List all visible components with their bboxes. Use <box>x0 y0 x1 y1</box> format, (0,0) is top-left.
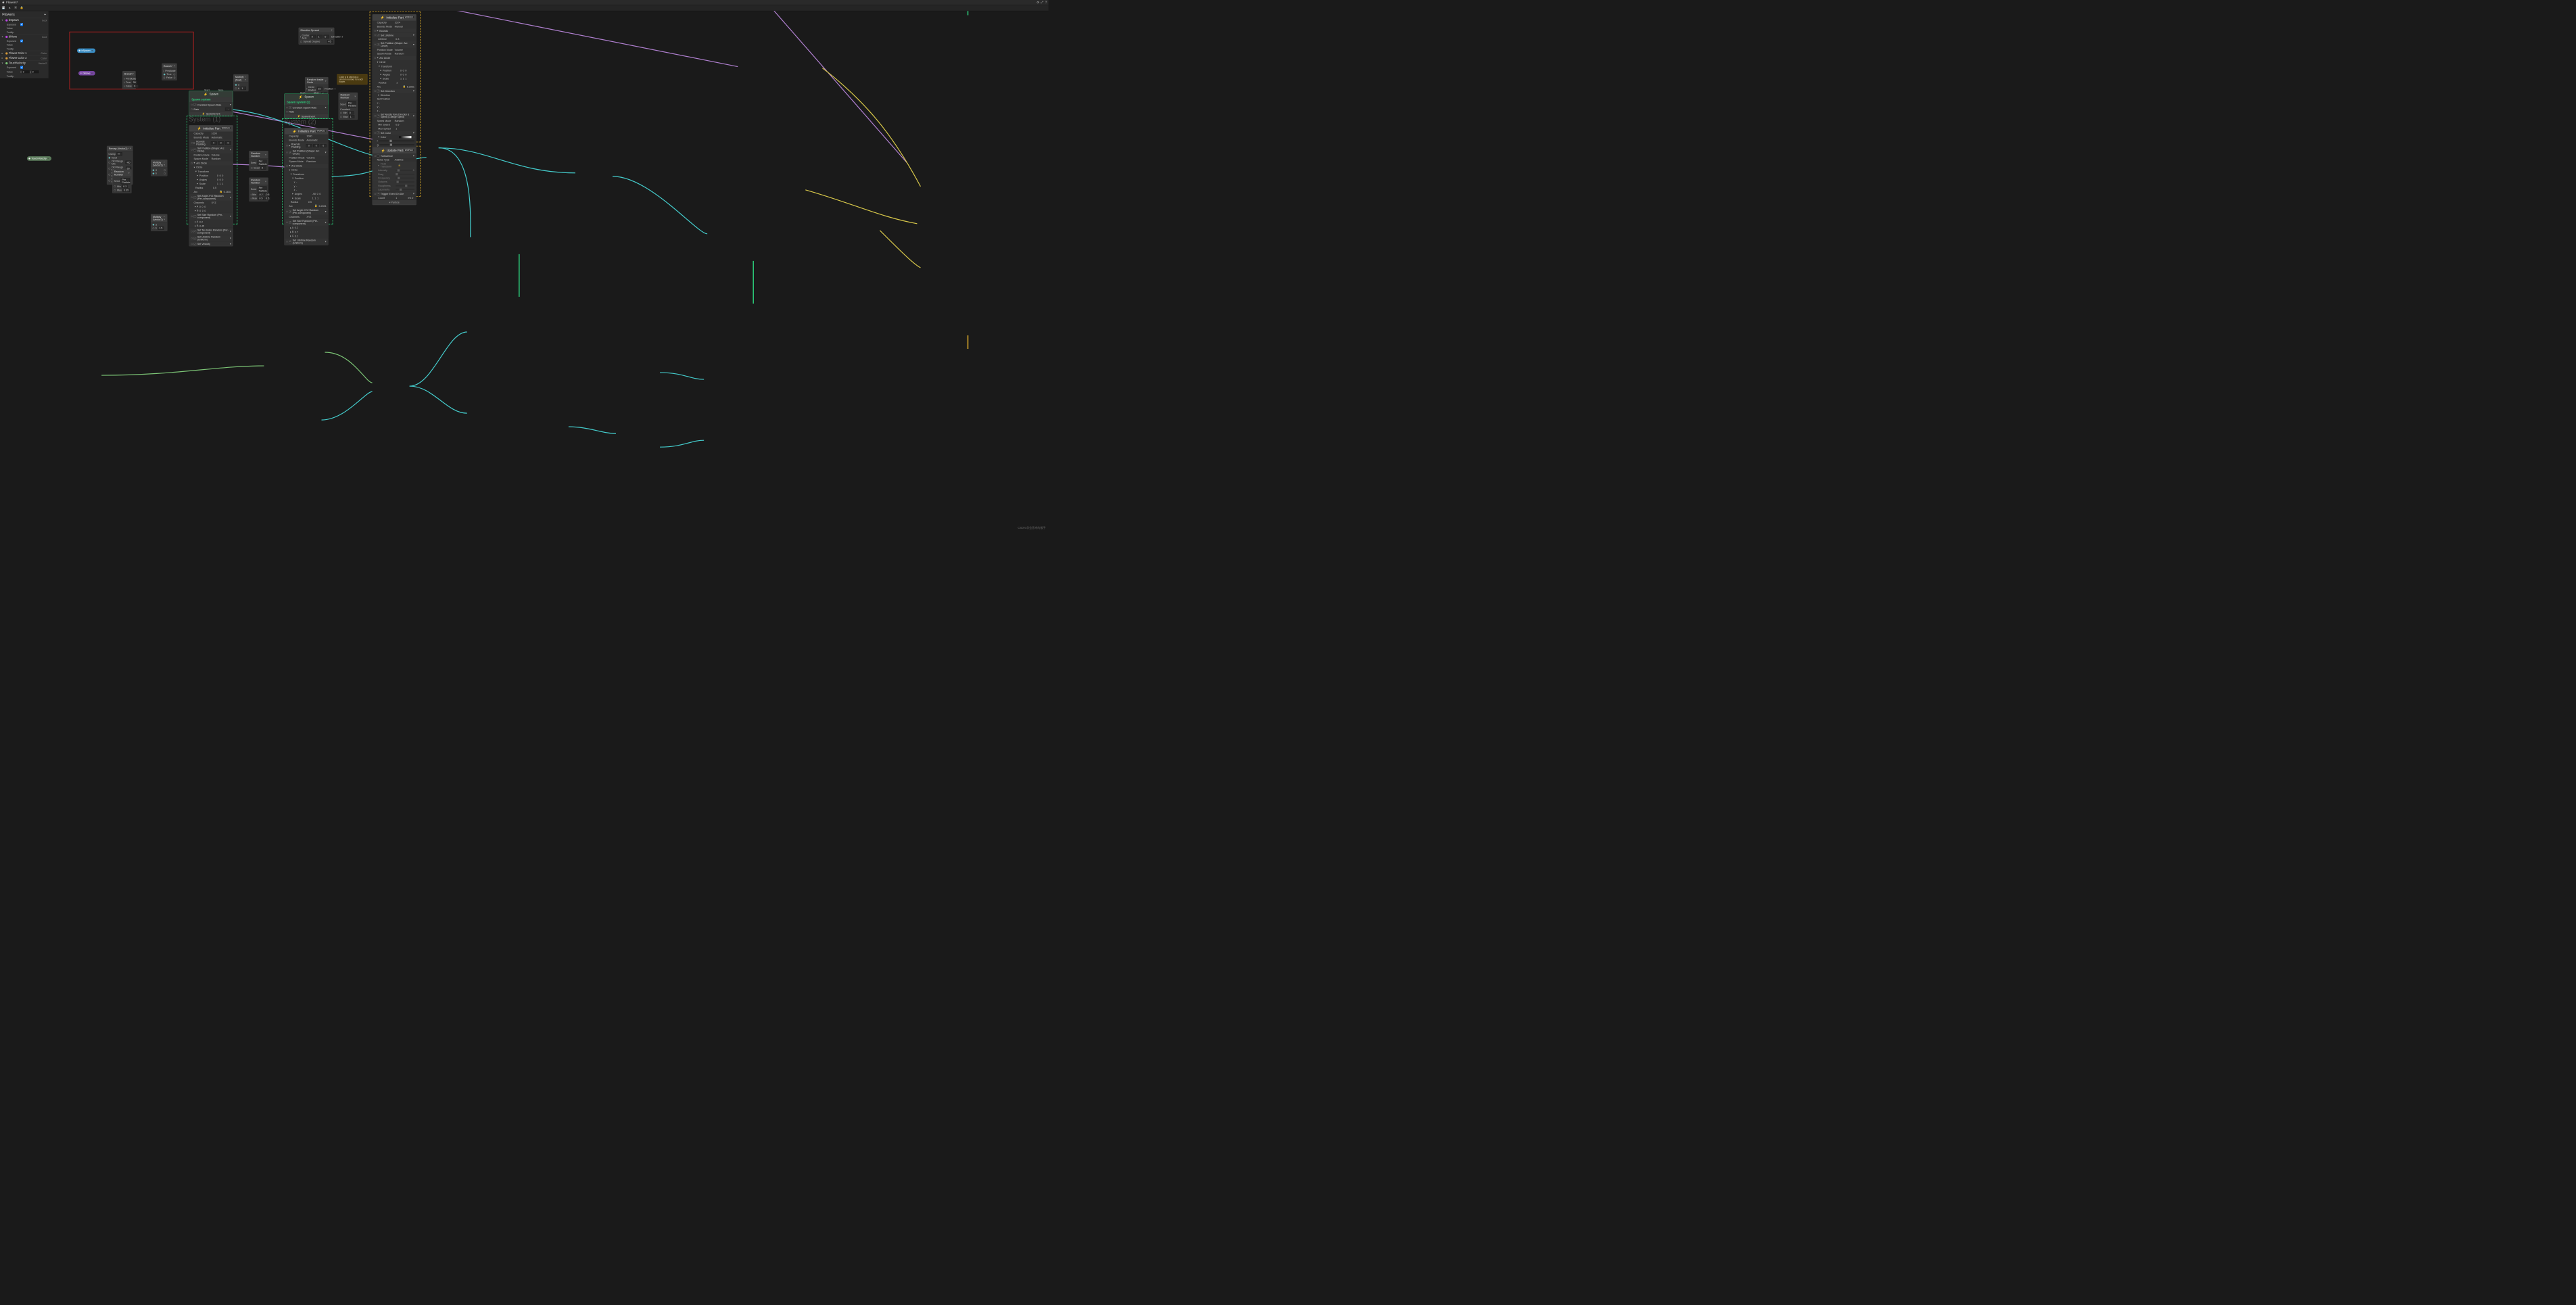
update-particle-block[interactable]: ⚡Update ParticleWORLD Turbulence▾ Noise … <box>373 147 416 205</box>
channels-dropdown[interactable]: XYZ <box>212 201 216 204</box>
bolt-icon: ⚡ <box>204 92 208 96</box>
upload-icon[interactable]: ▲ <box>7 6 11 10</box>
direction-spread-node[interactable]: Direction Spread▾ Center Axis010Directio… <box>299 28 335 45</box>
spawnmode-dropdown[interactable]: Random <box>212 158 221 160</box>
graph-canvas[interactable]: bSpawn▾ bMove▾ TouchVelocity▾ Branch▾ Pr… <box>0 11 1049 531</box>
spawn-enable-checkbox[interactable] <box>289 106 291 109</box>
multiply-vector2-node-2[interactable]: Multiply (Vector2)◦ ▾ a b1.5 <box>151 214 167 231</box>
refresh-icon[interactable]: ⟳ <box>1037 1 1040 4</box>
expand-icon[interactable]: ⤢ <box>1041 1 1044 4</box>
multiply-float-node[interactable]: Multiply (float)◦ ▾ a b1 <box>233 74 248 91</box>
spawn-block-2[interactable]: ⚡Spawn Spawn system (1) Constant Spawn R… <box>284 93 328 118</box>
editor-toolbar: 💾 ▲ ⌘ 🔒 <box>0 5 1049 11</box>
lock-icon[interactable]: 🔒 <box>20 6 24 10</box>
initialize-particle-block-2[interactable]: ⚡Initialize ParticleWORLD Capacity1000 B… <box>284 128 328 245</box>
posmode-dropdown[interactable]: Volume <box>212 153 220 156</box>
app-icon <box>1 1 5 4</box>
initialize-particle-block-1[interactable]: ⚡Initialize ParticleWORLD Capacity1000 B… <box>189 125 233 246</box>
random-number-node-3[interactable]: Random Number▾ SeedPer Particle Min-0.2-… <box>249 178 268 201</box>
link-icon[interactable]: ⌘ <box>14 6 18 10</box>
window-titlebar: Flowers* ⟳ ⤢ ? <box>0 0 1049 5</box>
save-icon[interactable]: 💾 <box>1 6 5 10</box>
random-number-node-1[interactable]: Random Number▾ SeedPer Particle Min0.3 M… <box>112 169 131 193</box>
bmove-node[interactable]: bMove▾ <box>78 71 95 76</box>
bolt-icon: ⚡ <box>299 95 303 99</box>
window-title: Flowers* <box>6 1 18 4</box>
spawn-block-1[interactable]: ⚡Spawn Spawn system Constant Spawn Rate▾… <box>189 91 233 116</box>
touchvelocity-node[interactable]: TouchVelocity▾ <box>27 156 51 161</box>
help-icon[interactable]: ? <box>1045 1 1047 4</box>
random-number-node-4[interactable]: Random Number▾ SeedPer Particle Constant… <box>339 93 358 120</box>
branch-node-2[interactable]: Branch◦ ▾ Predicate True False <box>162 64 176 80</box>
watermark: CSDN @会思考的猴子 <box>1018 525 1045 529</box>
bounds-dropdown[interactable]: Automatic <box>212 136 222 139</box>
branch-node-1[interactable]: Branch▾ Predicate True30 False0 <box>122 71 136 89</box>
random-number-node-2[interactable]: Random Number▾ SeedPer Particle Seed0 <box>249 151 268 171</box>
bspawn-node[interactable]: bSpawn▾ <box>77 49 95 53</box>
multiply-vector2-node-1[interactable]: Multiply (Vector2)◦ ▾ a b <box>151 160 167 176</box>
spawn-enable-checkbox[interactable] <box>194 103 197 106</box>
warning-note: Color a is used as a random number for e… <box>337 74 368 85</box>
